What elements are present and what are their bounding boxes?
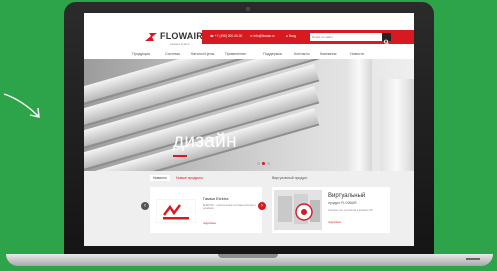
slider-dot[interactable] — [257, 162, 260, 165]
nav-item-systems[interactable]: Системы — [165, 52, 180, 56]
email-text: info@flowair.ru — [253, 34, 275, 38]
hero-pillar — [346, 59, 372, 171]
search-icon — [384, 39, 389, 45]
hero-pillar — [380, 79, 414, 171]
virtual-card-text: Смотрите все устройства в формате 3D — [328, 209, 373, 212]
email-item[interactable]: ✉ info@flowair.ru — [250, 34, 275, 38]
site-header: FLOWAIR heaters & fans ☎ +7 (495) 000-00… — [84, 13, 414, 59]
nav-item-catalog[interactable]: Каталог/Цены — [191, 52, 214, 56]
cabinet-item[interactable]: ● Вход — [286, 34, 296, 38]
nav-item-products[interactable]: Продукция — [132, 52, 150, 56]
mail-icon: ✉ — [250, 34, 253, 38]
tab-new-products[interactable]: Новые продукты — [176, 176, 203, 180]
phone-item[interactable]: ☎ +7 (495) 000-00-00 — [210, 34, 242, 38]
arrow-icon — [3, 93, 40, 118]
nav-item-contacts[interactable]: Контакты — [294, 52, 310, 56]
virtual-card-title: Виртуальный — [328, 193, 366, 199]
news-card[interactable]: Гамма Elektra ELEKTRA – электрические те… — [150, 187, 262, 233]
content-area: Новости Новые продукты ‹ Гамма Elektra E… — [84, 171, 414, 246]
product-preview-icon — [274, 190, 322, 230]
flowair-logo-icon[interactable] — [144, 32, 158, 42]
nav-item-application[interactable]: Применение — [225, 52, 246, 56]
slider-dot-active[interactable] — [262, 162, 265, 165]
search-input[interactable] — [310, 33, 382, 41]
card-link[interactable]: подробнее — [203, 222, 216, 225]
virtual-product-card[interactable]: Виртуальный продукт FLOWAIR Смотрите все… — [272, 187, 390, 233]
main-nav: Продукция Системы Каталог/Цены Применени… — [84, 49, 414, 59]
card-prev-button[interactable]: ‹ — [141, 202, 149, 210]
virtual-card-link[interactable]: подробнее — [328, 221, 341, 224]
phone-text: +7 (495) 000-00-00 — [214, 34, 243, 38]
laptop-foot — [466, 258, 480, 260]
phone-icon: ☎ — [210, 34, 214, 38]
user-icon: ● — [286, 34, 288, 38]
nav-item-news[interactable]: Новости — [350, 52, 364, 56]
slider-dot[interactable] — [267, 162, 270, 165]
elektra-logo-icon — [156, 199, 196, 223]
logo[interactable]: FLOWAIR — [160, 31, 203, 41]
search-button[interactable] — [382, 33, 391, 45]
hero-title: дизайн — [173, 131, 237, 152]
card-text: ELEKTRA – электрические тепловентиляторы… — [203, 204, 257, 211]
tab-news[interactable]: Новости — [150, 175, 170, 181]
hero-slider[interactable]: дизайн — [84, 59, 414, 171]
card-next-button[interactable]: › — [258, 202, 266, 210]
top-bar: ☎ +7 (495) 000-00-00 ✉ info@flowair.ru ●… — [202, 30, 414, 45]
laptop-notch — [218, 254, 278, 258]
nav-item-company[interactable]: Компания — [320, 52, 336, 56]
laptop-screen: FLOWAIR heaters & fans ☎ +7 (495) 000-00… — [84, 13, 414, 246]
nav-item-support[interactable]: Поддержка — [263, 52, 282, 56]
cabinet-text: Вход — [288, 34, 297, 38]
webcam — [246, 7, 250, 11]
virtual-card-subtitle: продукт FLOWAIR — [328, 201, 357, 205]
virtual-product-label: Виртуальный продукт — [272, 176, 308, 180]
logo-tagline: heaters & fans — [170, 42, 190, 46]
card-title: Гамма Elektra — [203, 196, 229, 201]
hero-underline — [173, 155, 187, 157]
